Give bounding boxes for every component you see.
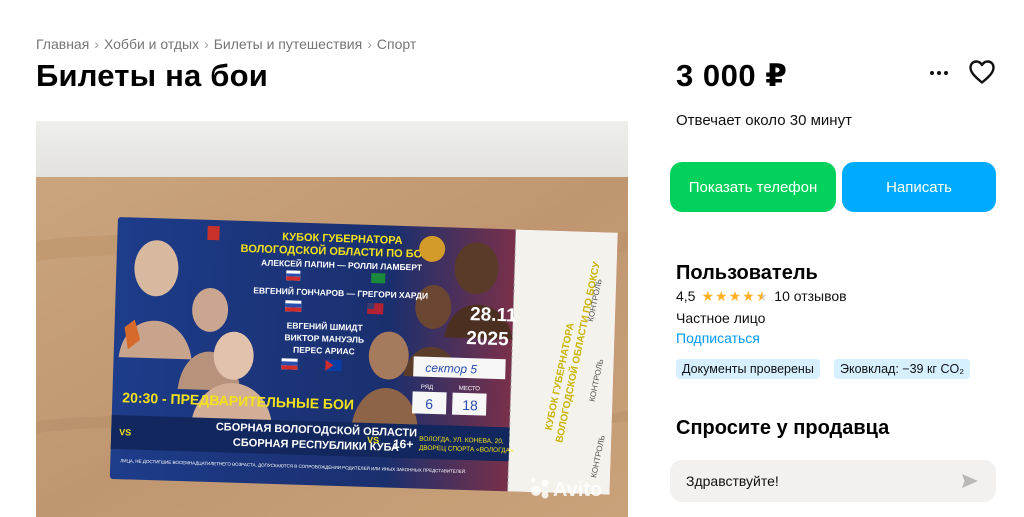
send-icon[interactable] — [960, 471, 980, 491]
ticket-age: 16+ — [393, 437, 414, 452]
star-icon: ★ — [701, 288, 715, 304]
breadcrumb-separator: › — [367, 36, 372, 52]
seller-name[interactable]: Пользователь — [676, 262, 818, 285]
ticket-row-label: РЯД — [421, 385, 433, 391]
ticket-vs-right: VS — [367, 435, 379, 445]
star-icon: ★ — [728, 288, 742, 304]
avito-watermark: Avito — [553, 479, 602, 501]
breadcrumb-sport[interactable]: Спорт — [377, 36, 416, 52]
eco-contribution-badge[interactable]: Эковклад: −39 кг CO₂ — [834, 359, 971, 379]
write-message-button[interactable]: Написать — [842, 162, 996, 212]
breadcrumb-separator: › — [204, 36, 209, 52]
breadcrumb-tickets[interactable]: Билеты и путешествия — [214, 36, 362, 52]
ticket-sector: сектор 5 — [425, 361, 477, 377]
message-input[interactable] — [686, 473, 960, 489]
star-half-icon: ★ — [755, 288, 769, 304]
rating-value: 4,5 — [676, 288, 696, 304]
star-icon: ★ — [742, 288, 755, 304]
more-options-icon[interactable] — [926, 62, 952, 84]
page-title: Билеты на бои — [36, 58, 269, 93]
seller-rating[interactable]: 4,5 ★ ★ ★ ★ ★ 10 отзывов — [676, 288, 847, 304]
breadcrumb-hobby[interactable]: Хобби и отдых — [104, 36, 199, 52]
ask-seller-title: Спросите у продавца — [676, 417, 890, 439]
ticket-vs-left: VS — [119, 427, 131, 437]
ticket-row-value: 6 — [425, 396, 433, 412]
favorite-heart-icon[interactable] — [968, 59, 996, 85]
rating-stars: ★ ★ ★ ★ ★ — [701, 289, 768, 303]
price: 3 000 ₽ — [676, 58, 788, 93]
breadcrumb-separator: › — [94, 36, 99, 52]
reviews-count[interactable]: 10 отзывов — [774, 288, 846, 304]
listing-photo[interactable]: КУБОК ГУБЕРНАТОРА ВОЛОГОДСКОЙ ОБЛАСТИ ПО… — [36, 121, 628, 517]
ticket-seat-label: МЕСТО — [459, 386, 481, 393]
ticket-date: 28.11 — [470, 304, 518, 326]
ticket-seat-value: 18 — [462, 397, 478, 413]
response-time: Отвечает около 30 минут — [676, 112, 852, 129]
breadcrumb-home[interactable]: Главная — [36, 36, 89, 52]
ticket-year: 2025 — [466, 328, 509, 350]
seller-type: Частное лицо — [676, 310, 766, 326]
ask-seller-box — [670, 460, 996, 502]
show-phone-button[interactable]: Показать телефон — [670, 162, 836, 212]
ticket-fight-3c: ПЕРЕС АРИАС — [293, 345, 355, 357]
breadcrumb: Главная › Хобби и отдых › Билеты и путеш… — [36, 36, 416, 52]
star-icon: ★ — [715, 288, 728, 304]
documents-verified-badge[interactable]: Документы проверены — [676, 359, 820, 379]
subscribe-link[interactable]: Подписаться — [676, 330, 760, 346]
